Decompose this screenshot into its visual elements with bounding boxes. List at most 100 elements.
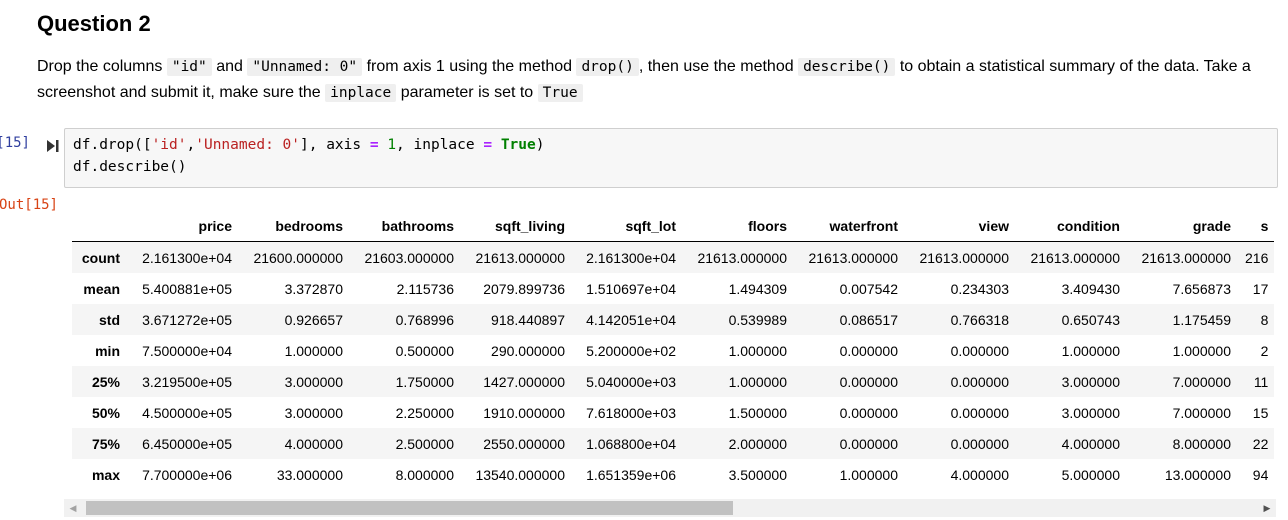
table-cell: 0.650743 xyxy=(1061,311,1120,328)
table-cell: 7.656873 xyxy=(1172,280,1231,297)
table-cell: 21600.000000 xyxy=(253,249,343,266)
table-cell: 1.000000 xyxy=(728,342,787,359)
column-header: view xyxy=(904,210,1015,242)
table-cell: 6.450000e+05 xyxy=(142,435,232,452)
table-cell: 2550.000000 xyxy=(483,435,565,452)
table-cell: 21613.000000 xyxy=(697,249,787,266)
table-cell: 1.000000 xyxy=(1061,342,1120,359)
table-cell: 3.000000 xyxy=(1061,404,1120,421)
scroll-left-arrow-icon[interactable]: ◀ xyxy=(64,499,82,517)
instr-text-1: Drop the columns xyxy=(37,58,167,75)
instr-code-drop: drop() xyxy=(576,58,639,76)
table-cell: 0.000000 xyxy=(839,435,898,452)
code-line-1: df.drop(['id','Unnamed: 0'], axis = 1, i… xyxy=(73,137,544,153)
table-cell: 21613.000000 xyxy=(919,249,1009,266)
code-number: 1 xyxy=(387,137,397,153)
table-cell: 3.000000 xyxy=(284,373,343,390)
table-cell: 0.000000 xyxy=(839,404,898,421)
table-cell: 5.000000 xyxy=(1061,466,1120,483)
table-row: 75% 6.450000e+05 4.000000 2.500000 2550.0000… xyxy=(72,428,1275,459)
table-cell: 1.068800e+04 xyxy=(586,435,676,452)
code-token: , xyxy=(186,137,196,153)
instr-code-describe: describe() xyxy=(798,58,896,76)
table-cell: 1.510697e+04 xyxy=(586,280,676,297)
table-cell: 3.500000 xyxy=(728,466,787,483)
scrollbar-thumb[interactable] xyxy=(86,501,733,515)
column-header: s xyxy=(1237,210,1275,242)
table-row: 50% 4.500000e+05 3.000000 2.250000 1910.0000… xyxy=(72,397,1274,428)
table-cell: 21613.000000 xyxy=(808,249,898,266)
code-string-unnamed: 'Unnamed: 0' xyxy=(195,137,300,153)
code-token: ], axis xyxy=(300,137,370,153)
table-cell: 0.766318 xyxy=(950,311,1009,328)
table-cell: 17 xyxy=(1252,280,1269,297)
row-index: max xyxy=(91,466,120,483)
table-cell: 0.007542 xyxy=(839,280,898,297)
table-cell: 21613.000000 xyxy=(475,249,565,266)
table-cell: 7.000000 xyxy=(1172,404,1231,421)
table-row: max 7.700000e+06 33.000000 8.000000 13540.00… xyxy=(72,459,1274,490)
scroll-right-arrow-icon[interactable]: ▶ xyxy=(1258,499,1276,517)
column-header: condition xyxy=(1015,210,1126,242)
input-prompt-text: In [15]: xyxy=(0,135,30,151)
corner-header xyxy=(72,210,126,242)
row-index: count xyxy=(81,249,120,266)
run-cell-icon[interactable] xyxy=(46,139,60,153)
table-cell: 4.000000 xyxy=(950,466,1009,483)
table-row: mean 5.400881e+05 3.372870 2.115736 2079.899… xyxy=(72,273,1274,304)
table-cell: 1.500000 xyxy=(728,404,787,421)
code-operator: = xyxy=(483,137,493,153)
table-cell: 3.000000 xyxy=(1061,373,1120,390)
table-header-row: price bedrooms bathrooms sqft_living sqf… xyxy=(72,210,1275,242)
table-cell: 13.000000 xyxy=(1164,466,1231,483)
table-cell: 4.000000 xyxy=(1061,435,1120,452)
column-header: grade xyxy=(1126,210,1237,242)
table-cell: 5.040000e+03 xyxy=(586,373,676,390)
table-cell: 33.000000 xyxy=(276,466,343,483)
instr-text-3: from axis 1 using the method xyxy=(362,58,577,75)
row-index: 75% xyxy=(91,435,120,452)
row-index: 25% xyxy=(91,373,120,390)
code-token: df.drop([ xyxy=(73,137,152,153)
table-cell: 1.175459 xyxy=(1172,311,1231,328)
table-cell: 21613.000000 xyxy=(1141,249,1231,266)
column-header: bathrooms xyxy=(349,210,460,242)
describe-output: price bedrooms bathrooms sqft_living sqf… xyxy=(72,210,1276,490)
instr-code-id: "id" xyxy=(166,58,212,76)
table-cell: 3.219500e+05 xyxy=(142,373,232,390)
table-cell: 11 xyxy=(1253,373,1269,390)
table-cell: 22 xyxy=(1252,435,1269,452)
table-cell: 94 xyxy=(1252,466,1269,483)
table-cell: 0.000000 xyxy=(950,373,1009,390)
horizontal-scrollbar[interactable]: ◀ ▶ xyxy=(64,499,1276,517)
table-cell: 1.494309 xyxy=(728,280,787,297)
column-header: sqft_living xyxy=(460,210,571,242)
table-cell: 7.700000e+06 xyxy=(142,466,232,483)
table-cell: 216 xyxy=(1245,249,1269,266)
code-cell-editor[interactable]: df.drop(['id','Unnamed: 0'], axis = 1, i… xyxy=(64,128,1278,188)
table-cell: 4.000000 xyxy=(284,435,343,452)
table-cell: 0.926657 xyxy=(284,311,343,328)
table-cell: 21613.000000 xyxy=(1030,249,1120,266)
row-index: min xyxy=(95,342,120,359)
table-cell: 3.671272e+05 xyxy=(142,311,232,328)
table-cell: 2.500000 xyxy=(395,435,454,452)
column-header: bedrooms xyxy=(238,210,349,242)
column-header: sqft_lot xyxy=(571,210,682,242)
code-token: ) xyxy=(535,137,545,153)
column-header: waterfront xyxy=(793,210,904,242)
table-cell: 1910.000000 xyxy=(483,404,565,421)
table-cell: 3.372870 xyxy=(284,280,343,297)
row-index: 50% xyxy=(91,404,120,421)
table-cell: 4.500000e+05 xyxy=(142,404,232,421)
table-cell: 2079.899736 xyxy=(483,280,565,297)
table-cell: 2.161300e+04 xyxy=(586,249,676,266)
table-cell: 0.000000 xyxy=(839,373,898,390)
table-cell: 2 xyxy=(1260,342,1269,359)
table-cell: 1427.000000 xyxy=(483,373,565,390)
table-cell: 1.000000 xyxy=(1172,342,1231,359)
instr-text-4: , then use the method xyxy=(638,58,799,75)
table-cell: 7.500000e+04 xyxy=(142,342,232,359)
